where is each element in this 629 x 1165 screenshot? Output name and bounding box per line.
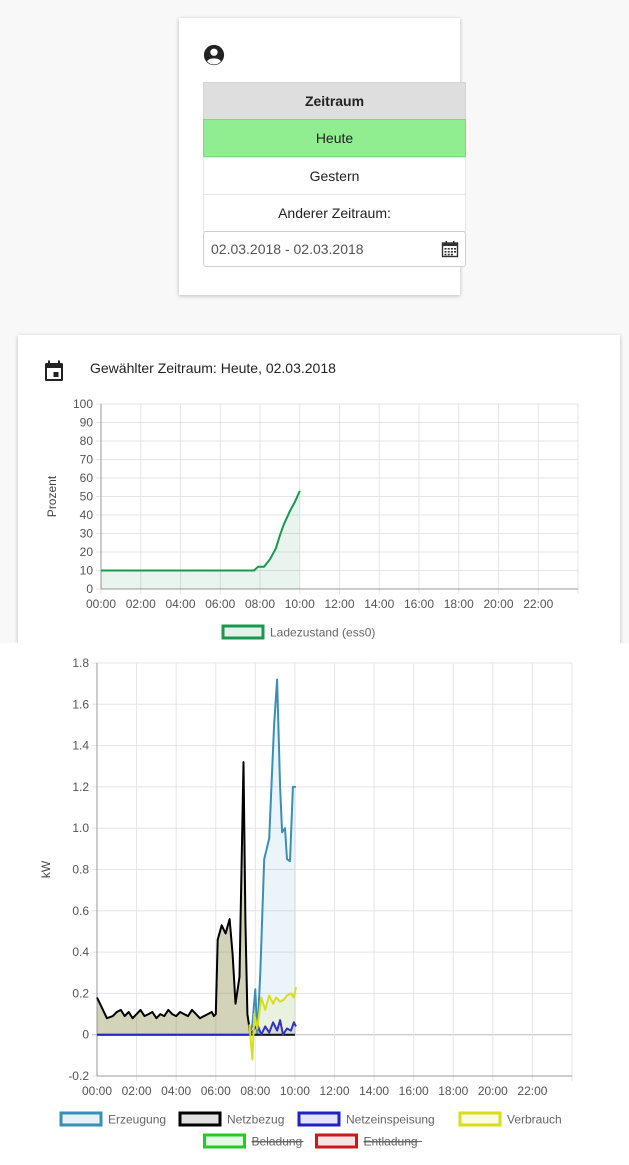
legend-swatch	[221, 624, 265, 640]
series-area-ladezustand-ess0-	[101, 490, 300, 589]
y-tick-label: 1.8	[72, 656, 89, 670]
x-tick-label: 02:00	[122, 1084, 152, 1098]
x-tick-label: 08:00	[240, 1084, 270, 1098]
y-axis-label: Prozent	[45, 475, 59, 517]
x-tick-label: 00:00	[82, 1084, 112, 1098]
date-range-field[interactable]	[203, 231, 466, 267]
legend-swatch	[203, 1133, 246, 1149]
x-tick-label: 04:00	[165, 597, 195, 611]
x-tick-label: 10:00	[285, 597, 315, 611]
legend-item-netzbezug[interactable]: Netzbezug	[178, 1111, 284, 1127]
y-tick-label: 10	[80, 564, 94, 578]
x-tick-label: 20:00	[483, 597, 513, 611]
x-tick-label: 06:00	[205, 597, 235, 611]
x-tick-label: 12:00	[319, 1084, 349, 1098]
x-tick-label: 04:00	[161, 1084, 191, 1098]
legend-swatch	[458, 1111, 502, 1127]
legend-item-erzeugung[interactable]: Erzeugung	[59, 1111, 166, 1127]
x-tick-label: 02:00	[126, 597, 156, 611]
y-tick-label: 30	[80, 527, 94, 541]
y-tick-label: 80	[80, 434, 94, 448]
y-tick-label: 0	[82, 1028, 89, 1042]
legend-swatch	[297, 1111, 341, 1127]
grid	[96, 403, 579, 594]
y-tick-label: 40	[80, 508, 94, 522]
legend-item-verbrauch[interactable]: Verbrauch	[458, 1111, 562, 1127]
y-tick-label: 90	[80, 416, 94, 430]
y-tick-label: 70	[80, 453, 94, 467]
legend-swatch	[178, 1111, 222, 1127]
today-button[interactable]: Heute	[203, 119, 466, 157]
series-area-erzeugung	[97, 679, 296, 1035]
user-circle-icon[interactable]	[203, 44, 225, 66]
y-tick-label: 0.4	[72, 945, 89, 959]
period-selector-card: Zeitraum Heute Gestern Anderer Zeitraum:	[179, 18, 466, 295]
y-tick-label: 1.2	[72, 780, 89, 794]
legend-item-ladezustand-ess0-[interactable]: Ladezustand (ess0)	[221, 624, 375, 640]
y-tick-label: 0.6	[72, 904, 89, 918]
y-tick-label: 1.6	[72, 697, 89, 711]
date-range-input[interactable]	[204, 232, 448, 266]
y-tick-label: 0.8	[72, 863, 89, 877]
legend-item-beladung[interactable]: Beladung	[203, 1133, 304, 1149]
x-tick-label: 00:00	[86, 597, 116, 611]
x-tick-label: 14:00	[359, 1084, 389, 1098]
y-tick-label: 100	[73, 397, 93, 411]
legend-label: Erzeugung	[108, 1113, 166, 1127]
legend-swatch	[59, 1111, 103, 1127]
legend-swatch	[315, 1133, 358, 1149]
yesterday-button[interactable]: Gestern	[203, 157, 466, 195]
y-tick-label: 1.4	[72, 739, 89, 753]
period-header: Zeitraum	[203, 82, 466, 120]
legend-item-entladung[interactable]: Entladung	[315, 1133, 423, 1149]
legend-label: Verbrauch	[507, 1113, 562, 1127]
y-tick-label: 60	[80, 471, 94, 485]
y-axis-label: kW	[39, 860, 53, 878]
y-tick-label: 0	[86, 582, 93, 596]
x-tick-label: 18:00	[438, 1084, 468, 1098]
x-tick-label: 06:00	[201, 1084, 231, 1098]
x-tick-label: 14:00	[364, 597, 394, 611]
y-tick-label: 1.0	[72, 821, 89, 835]
y-tick-label: 20	[80, 545, 94, 559]
x-tick-label: 08:00	[245, 597, 275, 611]
other-period-button[interactable]: Anderer Zeitraum:	[203, 194, 466, 232]
x-tick-label: 20:00	[478, 1084, 508, 1098]
x-tick-label: 10:00	[280, 1084, 310, 1098]
soc-chart: 0 10 20 30 40 50 60 70 80 90 100 00:00 02:00 04:00 06:…	[45, 397, 579, 640]
x-tick-label: 18:00	[444, 597, 474, 611]
x-tick-label: 16:00	[399, 1084, 429, 1098]
y-tick-label: 50	[80, 490, 94, 504]
calendar-icon[interactable]	[441, 240, 459, 258]
x-tick-label: 22:00	[517, 1084, 547, 1098]
series-line-ladezustand-ess0-[interactable]	[101, 490, 301, 572]
legend-label: Ladezustand (ess0)	[270, 626, 375, 640]
x-tick-label: 16:00	[404, 597, 434, 611]
legend-item-netzeinspeisung[interactable]: Netzeinspeisung	[297, 1111, 435, 1127]
legend-label: Netzbezug	[227, 1113, 284, 1127]
power-chart: -0.2 0 0.2 0.4 0.6 0.8 1.0 1.2 1.4 1.6 1.8 00:00 02:…	[39, 656, 573, 1149]
y-tick-label: -0.2	[68, 1069, 89, 1083]
y-tick-label: 0.2	[72, 986, 89, 1000]
legend-label: Netzeinspeisung	[346, 1113, 435, 1127]
x-tick-label: 12:00	[324, 597, 354, 611]
x-tick-label: 22:00	[523, 597, 553, 611]
